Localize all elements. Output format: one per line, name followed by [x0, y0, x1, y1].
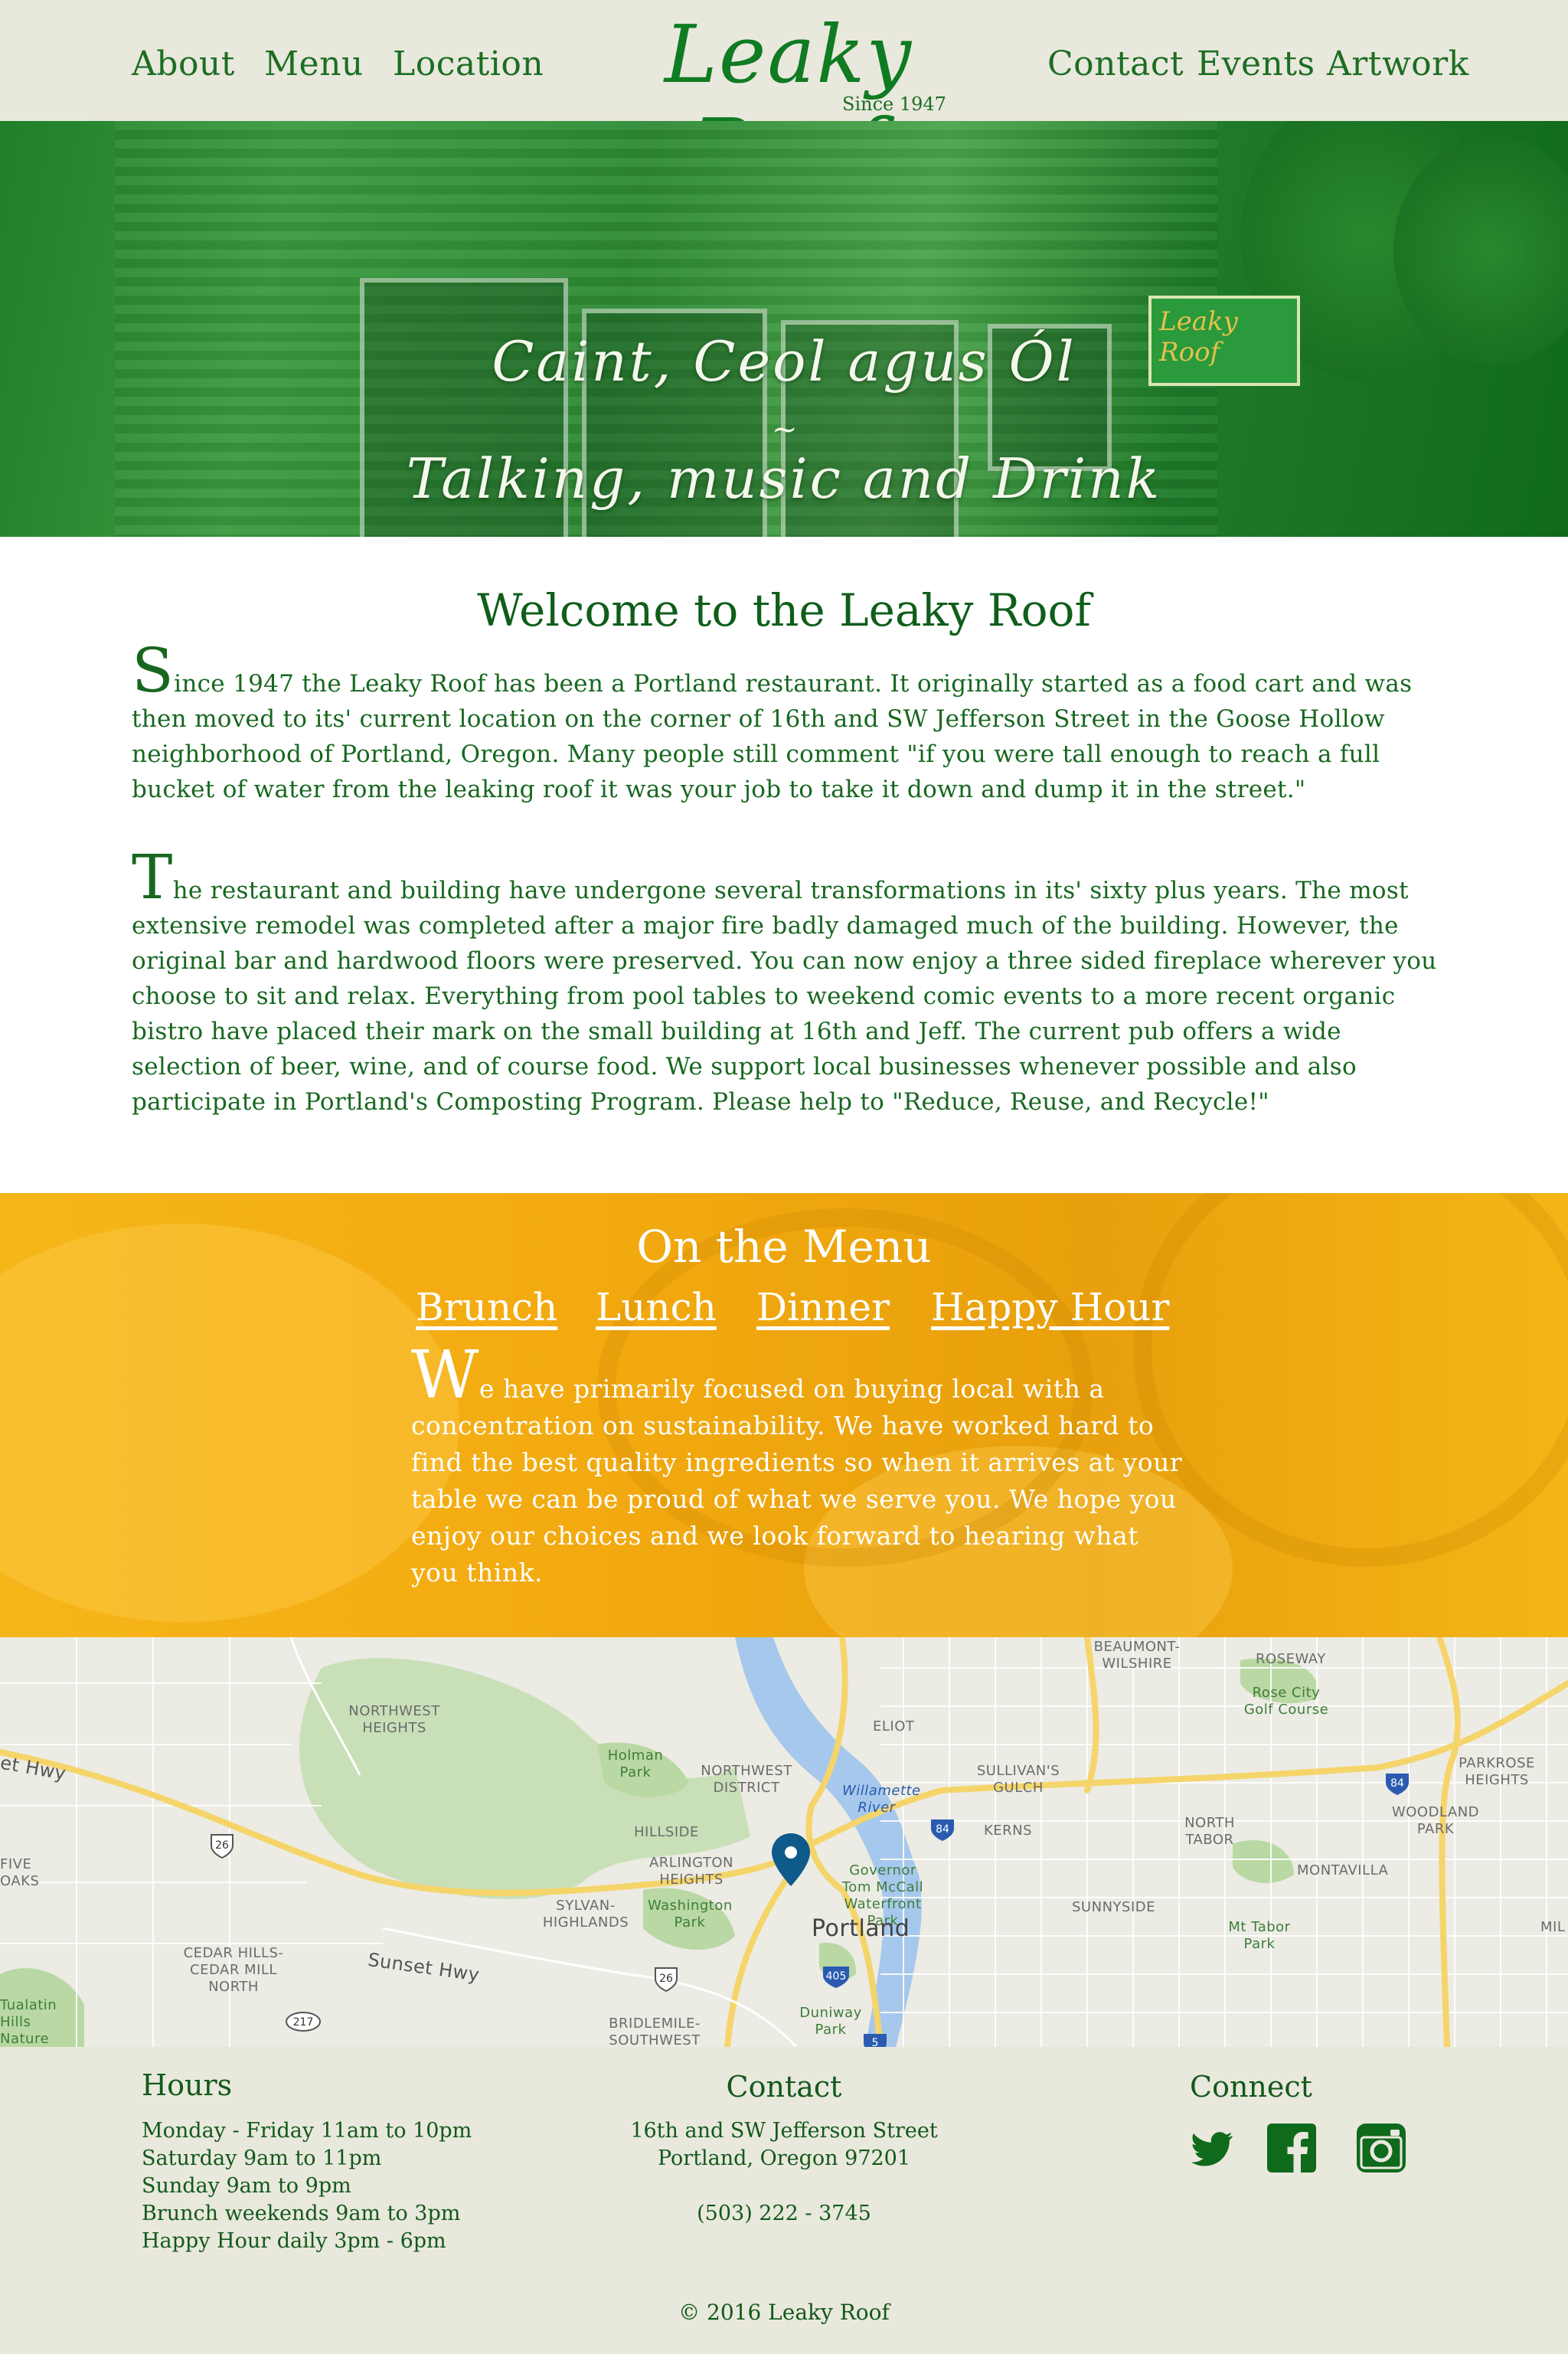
- map-label: Holman Park: [607, 1748, 664, 1780]
- menu-description: We have primarily focused on buying loca…: [411, 1337, 1183, 1587]
- map-location-pin: [772, 1833, 810, 1886]
- nav-events-link[interactable]: Events: [1197, 44, 1315, 83]
- welcome-paragraph-2: The restaurant and building have undergo…: [132, 842, 1437, 1117]
- map-label: SULLIVAN'S GULCH: [976, 1763, 1060, 1796]
- map-label: Willamette River: [842, 1783, 921, 1816]
- nav-menu-link[interactable]: Menu: [264, 44, 364, 83]
- connect-title: Connect: [1190, 2070, 1312, 2104]
- copyright: © 2016 Leaky Roof: [678, 2300, 890, 2325]
- menu-happy-hour-link[interactable]: Happy Hour: [931, 1285, 1169, 1329]
- map-label: SUNNYSIDE: [1072, 1899, 1155, 1915]
- hero-english-tagline: Talking, music and Drink: [406, 446, 1162, 511]
- map-label: FIVE OAKS: [0, 1856, 40, 1889]
- menu-lunch-link[interactable]: Lunch: [596, 1285, 717, 1329]
- location-map[interactable]: 26 84 84 405 26 217 5 BEAUMONT-WILSHIRE …: [0, 1637, 1568, 2047]
- map-label-portland: Portland: [812, 1915, 910, 1942]
- drop-cap: W: [411, 1337, 479, 1414]
- nav-location-link[interactable]: Location: [393, 44, 544, 83]
- menu-dinner-link[interactable]: Dinner: [756, 1285, 890, 1329]
- welcome-title: Welcome to the Leaky Roof: [477, 584, 1091, 636]
- site-footer: Hours Monday - Friday 11am to 10pm Satur…: [0, 2047, 1568, 2354]
- contact-title: Contact: [726, 2070, 842, 2104]
- menu-bg-shape: [0, 1224, 459, 1622]
- svg-text:26: 26: [215, 1839, 229, 1852]
- contact-address-line-1: 16th and SW Jefferson Street: [630, 2119, 938, 2143]
- svg-text:405: 405: [826, 1970, 847, 1983]
- svg-text:26: 26: [659, 1973, 673, 1985]
- map-label: WOODLAND PARK: [1391, 1804, 1480, 1837]
- map-label: NORTH TABOR: [1184, 1815, 1235, 1848]
- map-label: CEDAR HILLS-CEDAR MILL NORTH: [183, 1945, 284, 1995]
- map-label: NORTHWEST HEIGHTS: [348, 1703, 440, 1736]
- willamette-river: [735, 1637, 922, 2047]
- logo-since: Since 1947: [842, 93, 946, 115]
- svg-text:84: 84: [1390, 1777, 1404, 1790]
- map-label: ARLINGTON HEIGHTS: [648, 1855, 734, 1888]
- map-label: Duniway Park: [799, 2005, 862, 2038]
- svg-text:217: 217: [293, 2016, 314, 2029]
- mt-tabor-area: [1233, 1839, 1294, 1883]
- hours-line: Sunday 9am to 9pm: [142, 2174, 351, 2198]
- facebook-icon[interactable]: [1267, 2124, 1316, 2173]
- map-label: BRIDLEMILE-SOUTHWEST: [609, 2016, 701, 2047]
- twitter-icon[interactable]: [1188, 2124, 1237, 2173]
- hero-separator: ~: [772, 412, 798, 447]
- menu-brunch-link[interactable]: Brunch: [416, 1285, 557, 1329]
- contact-phone[interactable]: (503) 222 - 3745: [0, 2200, 1568, 2228]
- svg-text:84: 84: [936, 1823, 949, 1836]
- hero-banner: Leaky Roof Caint, Ceol agus Ól ~ Talking…: [0, 121, 1568, 537]
- map-label: ELIOT: [873, 1718, 915, 1734]
- instagram-icon[interactable]: [1357, 2124, 1406, 2173]
- map-label: Mt Tabor Park: [1228, 1919, 1291, 1952]
- drop-cap: S: [132, 635, 175, 706]
- map-label: PARKROSE HEIGHTS: [1459, 1755, 1535, 1788]
- top-nav: About Menu Location Leaky Roof Since 194…: [0, 0, 1568, 195]
- map-label: SYLVAN-HIGHLANDS: [542, 1898, 629, 1931]
- welcome-paragraph-1: Since 1947 the Leaky Roof has been a Por…: [132, 635, 1413, 804]
- map-label: Washington Park: [648, 1898, 733, 1931]
- hero-irish-tagline: Caint, Ceol agus Ól: [492, 329, 1076, 394]
- map-label: ROSEWAY: [1256, 1651, 1326, 1667]
- map-label: NORTHWEST DISTRICT: [701, 1763, 792, 1796]
- map-label: MONTAVILLA: [1297, 1862, 1389, 1878]
- nav-contact-link[interactable]: Contact: [1047, 44, 1184, 83]
- menu-section: On the Menu Brunch Lunch Dinner Happy Ho…: [0, 1193, 1568, 1637]
- nav-about-link[interactable]: About: [132, 44, 235, 83]
- contact-address-line-2: Portland, Oregon 97201: [657, 2146, 911, 2170]
- map-label: KERNS: [984, 1823, 1033, 1839]
- welcome-section: Welcome to the Leaky Roof Since 1947 the…: [0, 537, 1568, 1193]
- map-label: HILLSIDE: [634, 1824, 699, 1840]
- map-label: Rose City Golf Course: [1243, 1685, 1329, 1718]
- nav-artwork-link[interactable]: Artwork: [1327, 44, 1469, 83]
- drop-cap: T: [132, 842, 173, 913]
- menu-title: On the Menu: [636, 1221, 932, 1273]
- site-logo[interactable]: Leaky Roof Since 1947: [590, 8, 988, 195]
- map-label: BEAUMONT-WILSHIRE: [1093, 1639, 1181, 1672]
- svg-text:5: 5: [872, 2037, 879, 2047]
- hours-line: Happy Hour daily 3pm - 6pm: [142, 2229, 446, 2253]
- map-label: MIL: [1540, 1919, 1566, 1935]
- map-label: Tualatin Hills Nature Park: [0, 1997, 57, 2047]
